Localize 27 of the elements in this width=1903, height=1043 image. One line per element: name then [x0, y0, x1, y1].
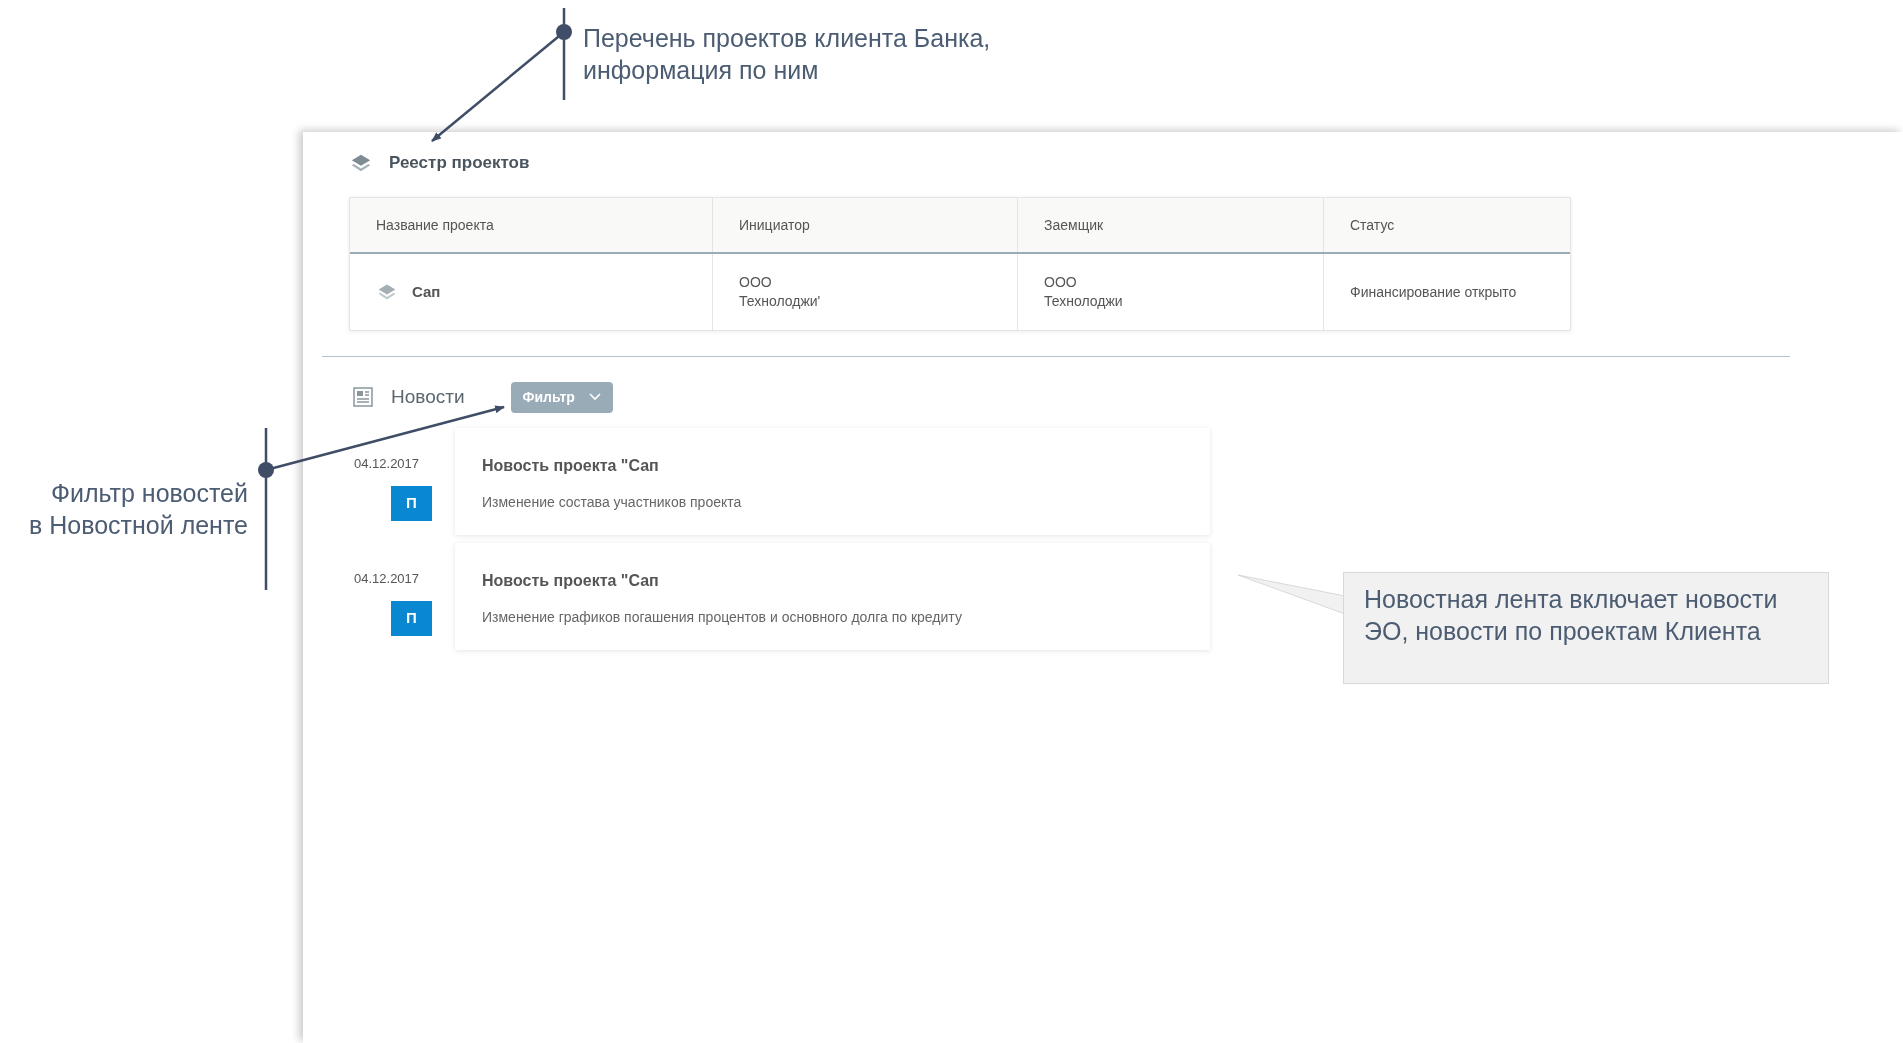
callout-text: Новостная лента включает новости ЭО, новости по проектам Клиента — [1364, 584, 1779, 647]
news-card-text: Изменение состава участников проекта — [482, 493, 743, 512]
news-date: 04.12.2017 — [354, 455, 420, 473]
newspaper-icon — [353, 387, 373, 407]
news-card-title: Новость проекта "Сап — [482, 571, 660, 591]
annotation-text: Перечень проектов клиента Банка, информация по ним — [583, 23, 991, 86]
news-card-title: Новость проекта "Сап — [482, 456, 660, 476]
project-name[interactable]: Сап — [412, 280, 441, 304]
chevron-down-icon — [588, 393, 601, 401]
news-badge: П — [391, 600, 432, 636]
news-card-text: Изменение графиков погашения процентов и основного долга по кредиту — [482, 608, 963, 627]
annotation-text: Фильтр новостей в Новостной ленте — [28, 478, 248, 541]
column-header: Инициатор — [713, 198, 1018, 252]
section-title: Реестр проектов — [389, 152, 530, 175]
status-cell-text: Финансирование открыто — [1349, 282, 1518, 302]
borrower-cell: ООО Технолоджи — [1018, 254, 1324, 330]
news-card[interactable]: Новость проекта "Сап Изменение состава участников проекта — [455, 428, 1210, 535]
initiator-cell: ООО Технолоджи' — [713, 254, 1018, 330]
news-date: 04.12.2017 — [354, 570, 420, 588]
news-card[interactable]: Новость проекта "Сап Изменение графиков погашения процентов и основного долга по кредиту — [455, 543, 1210, 650]
news-title: Новости — [391, 384, 465, 409]
column-header: Название проекта — [350, 198, 713, 252]
column-header: Статус — [1349, 215, 1396, 235]
news-badge: П — [391, 485, 432, 521]
layers-icon — [349, 152, 373, 174]
column-header: Заемщик — [1018, 198, 1324, 252]
layers-icon — [376, 282, 398, 302]
